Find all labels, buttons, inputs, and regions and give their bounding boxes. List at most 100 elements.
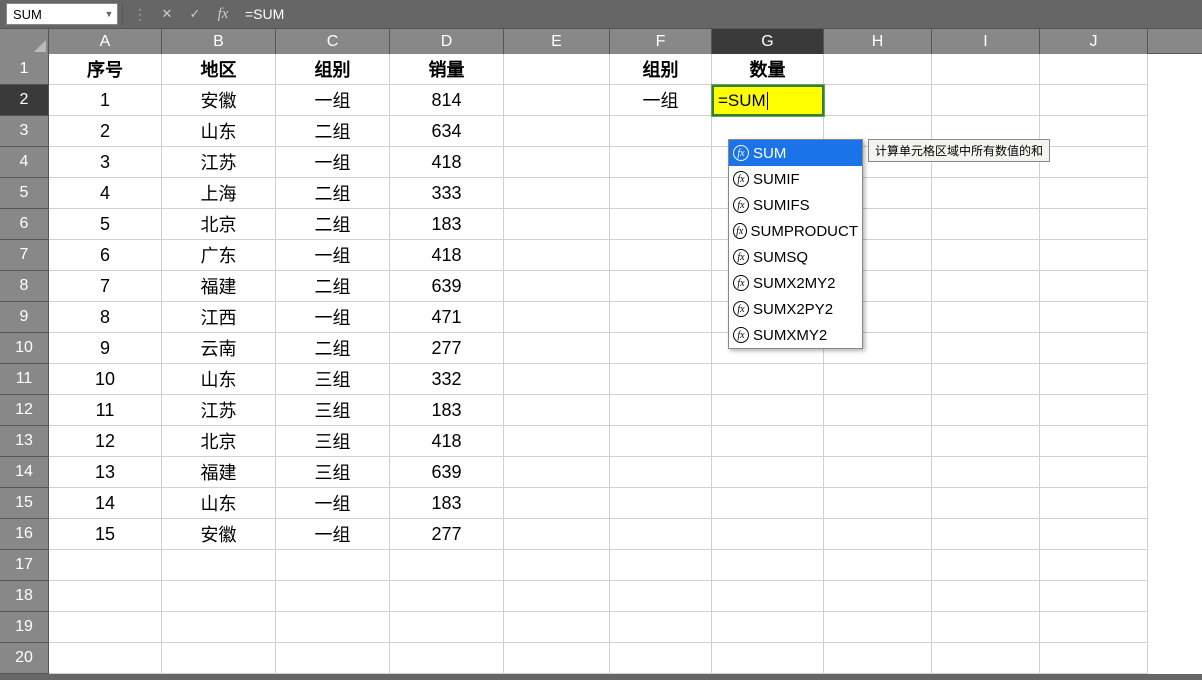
cell[interactable] (824, 643, 932, 674)
cell[interactable]: 组别 (276, 54, 390, 85)
cell[interactable] (824, 85, 932, 116)
cell[interactable] (1040, 85, 1148, 116)
cell[interactable] (504, 147, 610, 178)
cell[interactable]: 一组 (276, 240, 390, 271)
cell[interactable]: 639 (390, 457, 504, 488)
row-header[interactable]: 1 (0, 54, 49, 85)
cell[interactable] (712, 643, 824, 674)
cell[interactable] (1040, 643, 1148, 674)
column-header-H[interactable]: H (824, 29, 932, 54)
row-header[interactable]: 15 (0, 488, 49, 519)
row-header[interactable]: 9 (0, 302, 49, 333)
cell[interactable] (610, 643, 712, 674)
intellisense-item[interactable]: fxSUMIFS (729, 192, 862, 218)
intellisense-item[interactable]: fxSUMIF (729, 166, 862, 192)
row-header[interactable]: 14 (0, 457, 49, 488)
expand-name-box-icon[interactable]: ⋮ (127, 6, 153, 23)
cell[interactable]: 数量 (712, 54, 824, 85)
column-header-A[interactable]: A (49, 29, 162, 54)
cell[interactable]: 333 (390, 178, 504, 209)
cell[interactable]: 277 (390, 333, 504, 364)
intellisense-item[interactable]: fxSUMX2MY2 (729, 270, 862, 296)
cell[interactable]: 二组 (276, 271, 390, 302)
cell[interactable] (610, 550, 712, 581)
cell[interactable] (610, 209, 712, 240)
active-cell[interactable]: =SUM (712, 85, 824, 116)
cell[interactable]: 8 (49, 302, 162, 333)
cell[interactable] (49, 581, 162, 612)
intellisense-item[interactable]: fxSUMX2PY2 (729, 296, 862, 322)
cell[interactable]: 9 (49, 333, 162, 364)
cell[interactable] (276, 643, 390, 674)
cell[interactable] (610, 488, 712, 519)
cell[interactable] (610, 581, 712, 612)
cell[interactable]: 183 (390, 395, 504, 426)
cell[interactable]: 418 (390, 240, 504, 271)
cell[interactable] (610, 364, 712, 395)
cell[interactable] (1040, 457, 1148, 488)
cell[interactable] (504, 488, 610, 519)
cell[interactable] (504, 240, 610, 271)
cell[interactable] (712, 519, 824, 550)
cell[interactable] (712, 581, 824, 612)
cell[interactable] (610, 457, 712, 488)
cell[interactable] (1040, 147, 1148, 178)
cell[interactable]: 序号 (49, 54, 162, 85)
cell[interactable] (390, 550, 504, 581)
cell[interactable] (610, 240, 712, 271)
cell[interactable] (504, 395, 610, 426)
cell[interactable]: 13 (49, 457, 162, 488)
cell[interactable] (504, 85, 610, 116)
cell[interactable] (932, 581, 1040, 612)
cell[interactable]: 二组 (276, 209, 390, 240)
cell[interactable]: 11 (49, 395, 162, 426)
cell[interactable] (932, 457, 1040, 488)
column-header-I[interactable]: I (932, 29, 1040, 54)
row-header[interactable]: 7 (0, 240, 49, 271)
cell[interactable]: 山东 (162, 488, 276, 519)
cell[interactable]: 183 (390, 209, 504, 240)
cell[interactable]: 332 (390, 364, 504, 395)
cell[interactable]: 安徽 (162, 85, 276, 116)
cell[interactable] (712, 612, 824, 643)
cell[interactable] (504, 612, 610, 643)
cell[interactable] (504, 116, 610, 147)
column-header-F[interactable]: F (610, 29, 712, 54)
cell[interactable] (162, 643, 276, 674)
cell[interactable] (932, 519, 1040, 550)
cell[interactable] (1040, 550, 1148, 581)
intellisense-item[interactable]: fxSUMPRODUCT (729, 218, 862, 244)
cell[interactable]: 7 (49, 271, 162, 302)
row-header[interactable]: 2 (0, 85, 49, 116)
cell[interactable] (824, 395, 932, 426)
cell[interactable]: 5 (49, 209, 162, 240)
cell[interactable] (1040, 271, 1148, 302)
cell[interactable] (1040, 54, 1148, 85)
cell[interactable] (1040, 240, 1148, 271)
cell[interactable]: 江苏 (162, 395, 276, 426)
cell[interactable] (610, 426, 712, 457)
cell[interactable] (504, 271, 610, 302)
column-header-G[interactable]: G (712, 29, 824, 54)
cell[interactable] (162, 612, 276, 643)
cell[interactable]: 北京 (162, 209, 276, 240)
column-header-D[interactable]: D (390, 29, 504, 54)
cell[interactable]: 639 (390, 271, 504, 302)
cell[interactable] (390, 612, 504, 643)
cell[interactable] (932, 333, 1040, 364)
cell[interactable] (162, 550, 276, 581)
cell[interactable] (610, 116, 712, 147)
cell[interactable] (932, 426, 1040, 457)
cell[interactable] (610, 395, 712, 426)
cell[interactable] (504, 457, 610, 488)
cell[interactable] (712, 395, 824, 426)
column-header-B[interactable]: B (162, 29, 276, 54)
cell[interactable]: 福建 (162, 271, 276, 302)
cell[interactable] (1040, 302, 1148, 333)
cell[interactable]: 三组 (276, 426, 390, 457)
cell[interactable] (610, 147, 712, 178)
cell[interactable]: 4 (49, 178, 162, 209)
name-box-dropdown[interactable]: ▼ (101, 4, 117, 24)
cell[interactable]: 二组 (276, 116, 390, 147)
cell[interactable]: 6 (49, 240, 162, 271)
